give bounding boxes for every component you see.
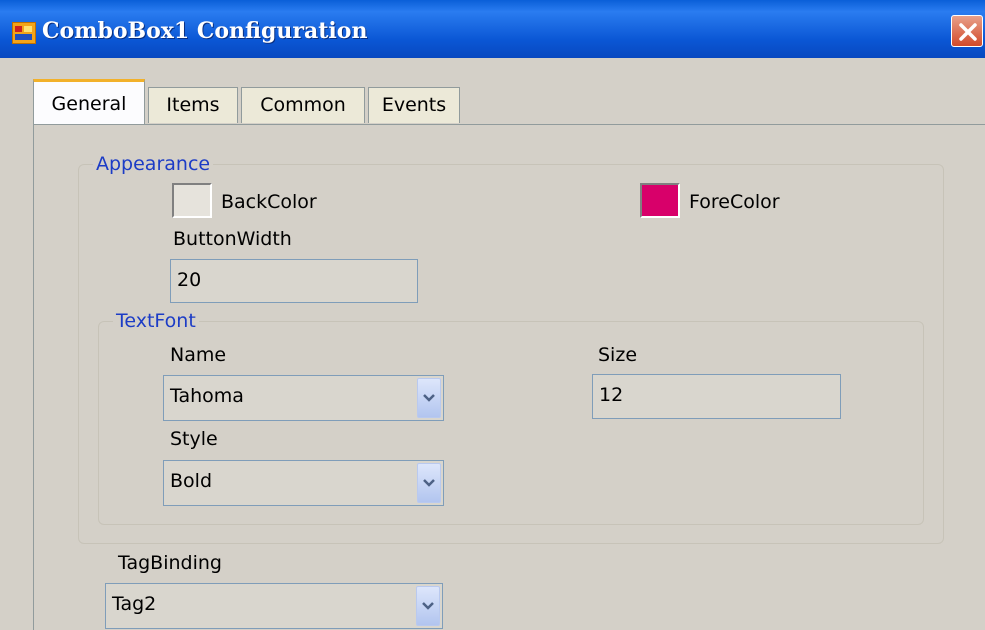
tab-events[interactable]: Events — [368, 87, 460, 123]
font-name-select[interactable]: Tahoma — [163, 375, 444, 421]
tagbinding-value: Tag2 — [112, 593, 157, 615]
tagbinding-dropdown-button[interactable] — [416, 586, 440, 626]
font-name-label: Name — [170, 344, 227, 366]
font-style-dropdown-button[interactable] — [417, 463, 441, 503]
font-name-value: Tahoma — [170, 385, 244, 407]
backcolor-swatch[interactable] — [172, 183, 212, 218]
tagbinding-label: TagBinding — [118, 552, 222, 574]
tab-common[interactable]: Common — [241, 87, 365, 123]
tab-general[interactable]: General — [33, 79, 145, 124]
chevron-down-icon — [423, 479, 435, 487]
app-window-icon — [12, 22, 36, 44]
forecolor-swatch[interactable] — [640, 183, 680, 218]
font-size-label: Size — [598, 344, 638, 366]
font-style-label: Style — [170, 428, 218, 450]
forecolor-label: ForeColor — [689, 191, 780, 213]
chevron-down-icon — [422, 602, 434, 610]
tagbinding-select[interactable]: Tag2 — [105, 583, 443, 629]
buttonwidth-label: ButtonWidth — [173, 228, 292, 250]
window-title: ComboBox1 Configuration — [42, 18, 368, 44]
title-bar[interactable]: ComboBox1 Configuration — [0, 0, 985, 58]
appearance-legend: Appearance — [93, 153, 214, 175]
font-style-value: Bold — [170, 470, 212, 492]
font-style-select[interactable]: Bold — [163, 460, 444, 506]
font-name-dropdown-button[interactable] — [417, 378, 441, 418]
close-icon — [959, 23, 977, 41]
close-button[interactable] — [951, 15, 983, 47]
tab-items[interactable]: Items — [148, 87, 238, 123]
font-size-input[interactable]: 12 — [592, 374, 841, 419]
buttonwidth-input[interactable]: 20 — [170, 259, 418, 303]
chevron-down-icon — [423, 394, 435, 402]
backcolor-label: BackColor — [221, 191, 317, 213]
textfont-legend: TextFont — [113, 310, 199, 332]
config-dialog: ComboBox1 Configuration General Items Co… — [0, 0, 985, 630]
